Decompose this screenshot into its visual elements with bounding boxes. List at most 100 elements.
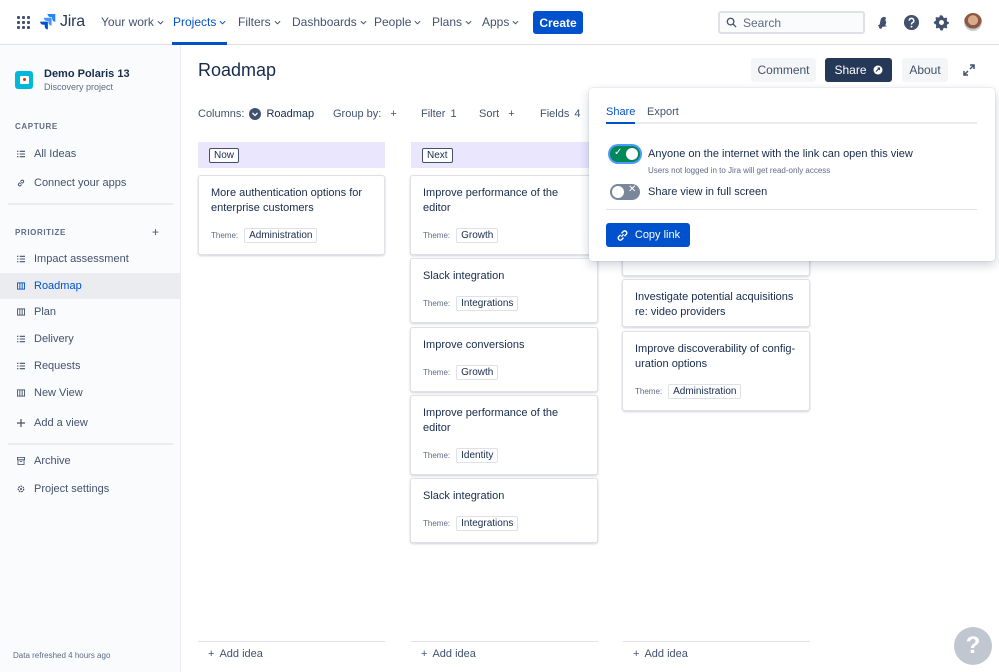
sidebar-item-all-ideas[interactable]: All Ideas (0, 141, 180, 167)
notification-icon[interactable] (873, 13, 891, 31)
nav-label: Filters (238, 15, 271, 29)
sidebar-item-label: Connect your apps (34, 177, 127, 189)
columns-control[interactable]: Columns: Roadmap (198, 108, 314, 120)
fullscreen-text: Share view in full screen (648, 186, 768, 198)
sidebar-item-label: Roadmap (34, 280, 82, 292)
nav-filters[interactable]: Filters (238, 15, 281, 29)
columns-field-icon (249, 108, 262, 120)
nav-label: Dashboards (292, 15, 357, 29)
add-idea-button[interactable]: + Add idea (623, 641, 810, 665)
brand-name: Jira (60, 13, 85, 30)
idea-card[interactable]: Improve performance of the editor Theme:… (410, 395, 598, 475)
theme-tag: Administration (244, 228, 318, 243)
sidebar-item-delivery[interactable]: Delivery (0, 326, 180, 352)
fields-count: 4 (574, 108, 581, 120)
app-switcher-icon[interactable] (17, 16, 30, 29)
column-label[interactable]: Next (422, 147, 453, 163)
search-input[interactable] (743, 15, 853, 30)
sidebar-item-connect-apps[interactable]: Connect your apps (0, 170, 180, 196)
copy-link-button[interactable]: Copy link (606, 223, 690, 247)
share-tabs: Share Export (606, 106, 977, 124)
idea-title: Improve performance of the editor (423, 407, 559, 434)
fields-control[interactable]: Fields 4 (540, 108, 580, 120)
nav-plans[interactable]: Plans (432, 15, 472, 29)
theme-label: Theme: (423, 231, 451, 240)
filter-control[interactable]: Filter 1 (421, 108, 457, 120)
idea-card[interactable]: More authentication options for enterpri… (198, 175, 385, 255)
nav-label: Your work (101, 15, 154, 29)
nav-dashboards[interactable]: Dashboards (292, 15, 367, 29)
sidebar-divider (8, 443, 173, 445)
project-sidebar: Demo Polaris 13 Discovery project CAPTUR… (0, 45, 181, 672)
card-theme: Theme: Integrations (423, 296, 519, 311)
list-icon (17, 255, 25, 263)
project-name[interactable]: Demo Polaris 13 (44, 68, 130, 80)
sidebar-item-impact-assessment[interactable]: Impact assessment (0, 246, 180, 272)
sidebar-item-project-settings[interactable]: Project settings (0, 476, 180, 502)
idea-card[interactable]: Slack integration Theme: Integrations (410, 258, 598, 323)
add-idea-label: Add idea (219, 647, 263, 660)
list-icon (17, 362, 25, 370)
sidebar-item-roadmap[interactable]: Roadmap (0, 273, 180, 299)
sidebar-item-new-view[interactable]: New View (0, 380, 180, 406)
card-theme: Theme: Growth (423, 365, 499, 380)
nav-apps[interactable]: Apps (482, 15, 519, 29)
sidebar-item-plan[interactable]: Plan (0, 299, 180, 325)
help-floating-button[interactable]: ? (954, 627, 992, 665)
idea-card[interactable]: Slack integration Theme: Integrations (410, 478, 598, 543)
toggle-knob (626, 148, 638, 160)
nav-projects[interactable]: Projects (173, 15, 226, 29)
idea-title: Improve performance of the editor (423, 187, 559, 214)
public-globe-icon (873, 65, 883, 75)
search-box[interactable] (718, 11, 865, 34)
create-button[interactable]: Create (533, 11, 583, 34)
user-avatar[interactable] (964, 13, 982, 31)
idea-card[interactable]: Improve discoverability of config-uratio… (622, 331, 810, 411)
project-type: Discovery project (44, 82, 114, 92)
sort-control[interactable]: Sort + (479, 108, 515, 120)
add-sort-icon: + (508, 108, 515, 120)
about-button[interactable]: About (902, 58, 948, 82)
settings-icon (17, 485, 25, 493)
group-by-control[interactable]: Group by: + (333, 108, 397, 120)
top-navigation: Jira Your work Projects Filters Dashboar… (0, 0, 999, 45)
share-popover: Share Export ✓ Anyone on the internet wi… (589, 88, 995, 261)
column-label[interactable]: Now (209, 147, 240, 163)
tab-export[interactable]: Export (647, 106, 679, 122)
chevron-down-icon (274, 20, 281, 25)
jira-logo[interactable]: Jira (40, 13, 85, 31)
idea-card[interactable]: Investigate potential acquisitions re: v… (622, 279, 810, 327)
add-prioritize-view-button[interactable]: + (152, 225, 159, 239)
columns-value: Roadmap (266, 108, 315, 120)
archive-icon (17, 457, 25, 465)
project-avatar-icon[interactable] (15, 71, 33, 89)
share-button[interactable]: Share (825, 58, 892, 82)
tab-share[interactable]: Share (606, 106, 636, 124)
jira-mark-icon (40, 14, 56, 30)
add-idea-button[interactable]: + Add idea (411, 641, 598, 665)
idea-card[interactable]: Improve performance of the editor Theme:… (410, 175, 598, 255)
idea-title: Improve conversions (423, 339, 525, 351)
sidebar-item-label: Add a view (34, 417, 88, 429)
nav-people[interactable]: People (374, 15, 421, 29)
help-icon[interactable] (902, 13, 920, 31)
sidebar-item-requests[interactable]: Requests (0, 353, 180, 379)
fullscreen-toggle[interactable]: ✕ (610, 184, 640, 200)
theme-tag: Integrations (456, 296, 519, 311)
nav-your-work[interactable]: Your work (101, 15, 164, 29)
sidebar-divider (8, 203, 173, 205)
add-idea-button[interactable]: + Add idea (198, 641, 385, 665)
check-icon: ✓ (614, 147, 623, 158)
public-link-text: Anyone on the internet with the link can… (648, 148, 913, 160)
public-link-note: Users not logged in to Jira will get rea… (648, 166, 831, 175)
theme-tag: Growth (456, 365, 499, 380)
expand-fullscreen-icon[interactable] (962, 63, 976, 77)
public-link-toggle[interactable]: ✓ (610, 146, 640, 162)
sidebar-item-archive[interactable]: Archive (0, 448, 180, 474)
chevron-down-icon (360, 20, 367, 25)
settings-icon[interactable] (932, 13, 950, 31)
add-view-button[interactable]: Add a view (0, 410, 180, 436)
comment-button[interactable]: Comment (751, 58, 816, 82)
add-idea-label: Add idea (644, 647, 688, 660)
idea-card[interactable]: Improve conversions Theme: Growth (410, 327, 598, 392)
